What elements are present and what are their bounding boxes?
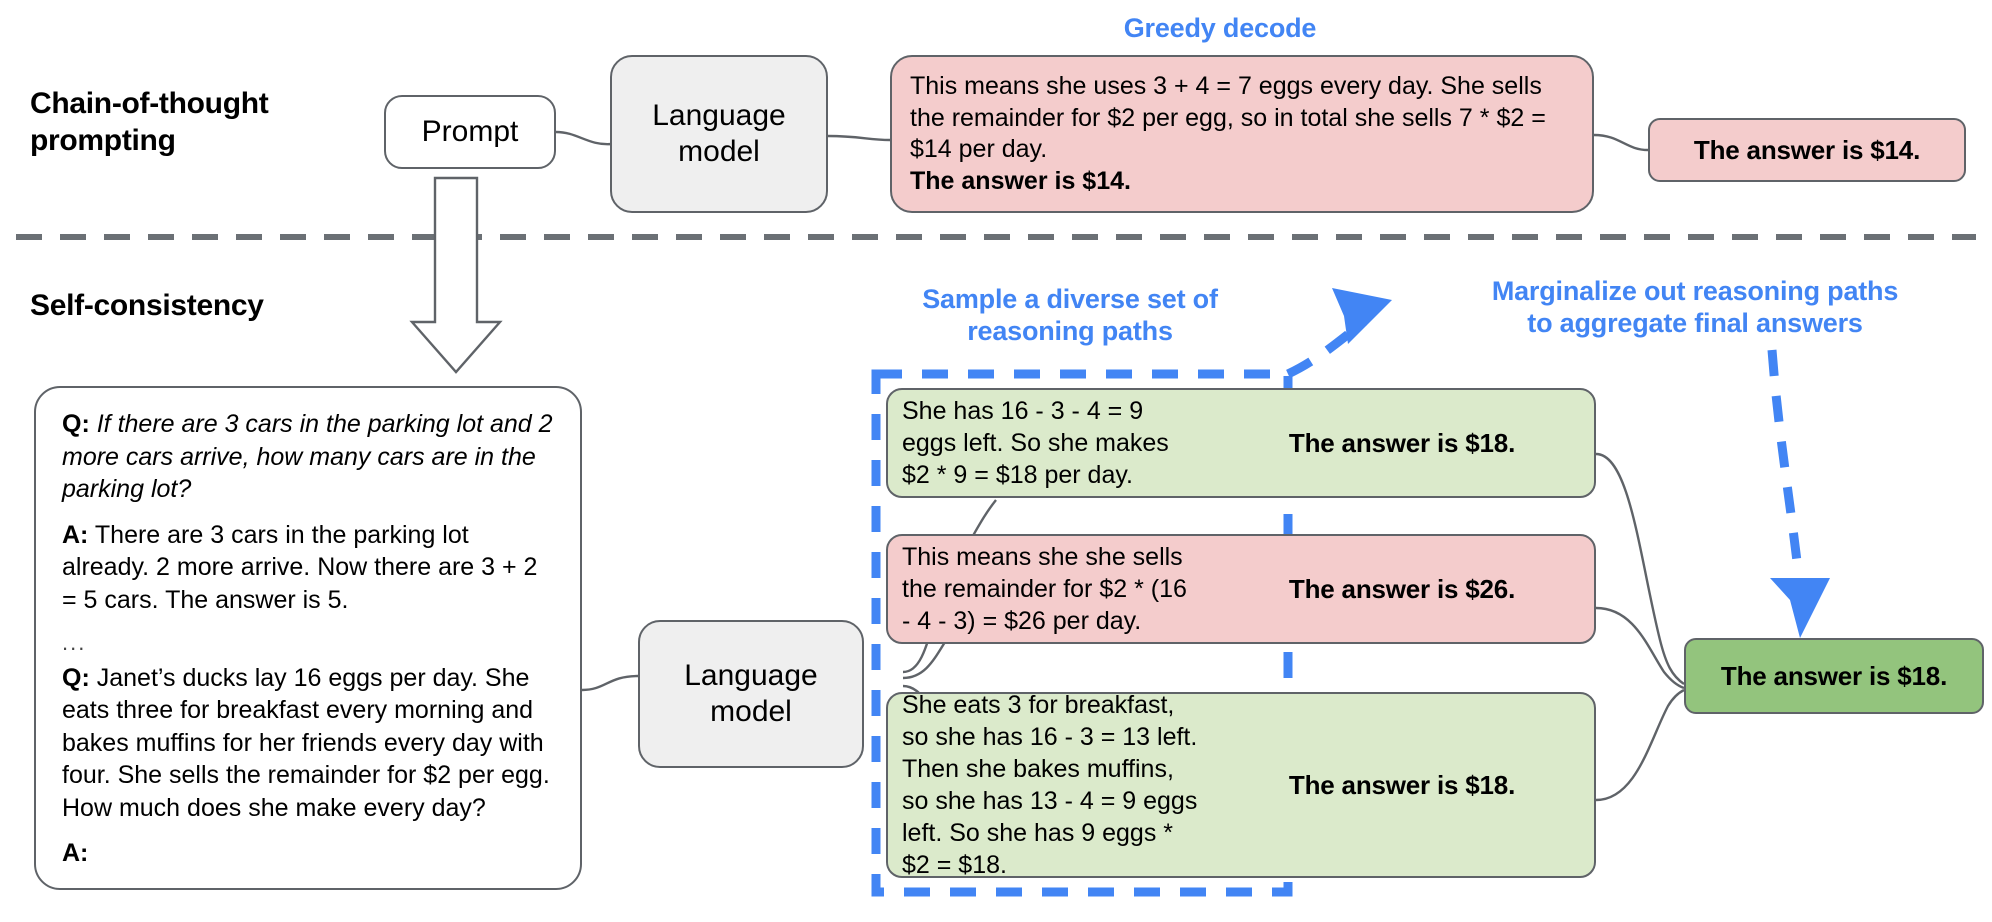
cot-output-box: This means she uses 3 + 4 = 7 eggs every…	[890, 55, 1594, 213]
reasoning-path-2-text: This means she she sells the remainder f…	[902, 543, 1187, 635]
prompt-q1-label: Q:	[62, 410, 90, 438]
prompt-q2-label: Q:	[62, 663, 90, 692]
prompt-q2: Q: Janet’s ducks lay 16 eggs per day. Sh…	[62, 662, 554, 825]
node-language-model-top[interactable]: Language model	[610, 55, 828, 213]
hollow-down-arrow	[409, 176, 503, 374]
node-language-model-top-line1: Language	[652, 99, 786, 132]
node-language-model-top-line2: model	[678, 135, 760, 168]
label-marginalize-line2: to aggregate final answers	[1527, 308, 1863, 339]
aggregated-final-answer-text: The answer is $18.	[1720, 660, 1948, 691]
section-title-cot: Chain-of-thought prompting	[30, 87, 269, 157]
cot-output-body: This means she uses 3 + 4 = 7 eggs every…	[910, 72, 1546, 163]
label-sample-paths-line1: Sample a diverse set of	[922, 284, 1218, 314]
reasoning-path-1-text: She has 16 - 3 - 4 = 9 eggs left. So she…	[902, 397, 1169, 489]
reasoning-path-3-text: She eats 3 for breakfast, so she has 16 …	[902, 692, 1198, 878]
reasoning-path-3: She eats 3 for breakfast, so she has 16 …	[886, 692, 1596, 878]
prompt-q1: Q: If there are 3 cars in the parking lo…	[62, 408, 554, 506]
node-language-model-bottom-line2: model	[710, 695, 792, 728]
link-lm-to-cot-output	[827, 134, 891, 142]
label-marginalize-line1: Marginalize out reasoning paths	[1491, 276, 1899, 306]
label-sample-paths: Sample a diverse set of reasoning paths	[860, 283, 1280, 348]
link-prompt-to-lm	[555, 130, 613, 146]
link-path-3-to-final	[1595, 688, 1685, 802]
cot-final-answer-box: The answer is $14.	[1648, 118, 1966, 182]
reasoning-path-3-answer: The answer is $18.	[1288, 769, 1516, 800]
node-language-model-bottom[interactable]: Language model	[638, 620, 864, 768]
node-prompt[interactable]: Prompt	[384, 95, 556, 169]
label-marginalize: Marginalize out reasoning paths to aggre…	[1400, 275, 1990, 340]
link-promptbox-to-lm	[581, 674, 639, 692]
cot-output-bold-tail: The answer is $14.	[910, 166, 1131, 195]
reasoning-path-2-answer: The answer is $26.	[1288, 573, 1516, 604]
prompt-a1: A: There are 3 cars in the parking lot a…	[62, 519, 554, 617]
final-answer-arrow-line	[1767, 349, 1803, 571]
few-shot-prompt-box: Q: If there are 3 cars in the parking lo…	[34, 386, 582, 890]
reasoning-path-1: She has 16 - 3 - 4 = 9 eggs left. So she…	[886, 388, 1596, 498]
label-sample-paths-line2: reasoning paths	[967, 316, 1173, 347]
link-path-1-to-final	[1595, 452, 1685, 685]
label-greedy-decode: Greedy decode	[1123, 13, 1317, 43]
reasoning-path-2: This means she she sells the remainder f…	[886, 534, 1596, 644]
prompt-a1-text: There are 3 cars in the parking lot alre…	[62, 520, 538, 614]
prompt-q2-text: Janet’s ducks lay 16 eggs per day. She e…	[62, 663, 550, 822]
prompt-a2-label: A:	[62, 839, 89, 868]
reasoning-path-1-answer: The answer is $18.	[1288, 427, 1516, 458]
link-cot-output-to-answer	[1593, 133, 1649, 152]
section-title-self-consistency: Self-consistency	[30, 289, 264, 322]
cot-final-answer-text: The answer is $14.	[1693, 134, 1921, 165]
prompt-ellipsis: ...	[62, 630, 87, 655]
prompt-a1-label: A:	[62, 520, 89, 549]
node-prompt-label: Prompt	[421, 115, 519, 148]
final-answer-arrow-head	[1770, 578, 1830, 638]
prompt-q1-text: If there are 3 cars in the parking lot a…	[62, 410, 553, 503]
link-path-2-to-final	[1595, 606, 1685, 690]
diagram-canvas: Chain-of-thought prompting Greedy decode…	[0, 0, 1992, 922]
node-language-model-bottom-line1: Language	[684, 659, 818, 692]
aggregated-final-answer-box: The answer is $18.	[1684, 638, 1984, 714]
